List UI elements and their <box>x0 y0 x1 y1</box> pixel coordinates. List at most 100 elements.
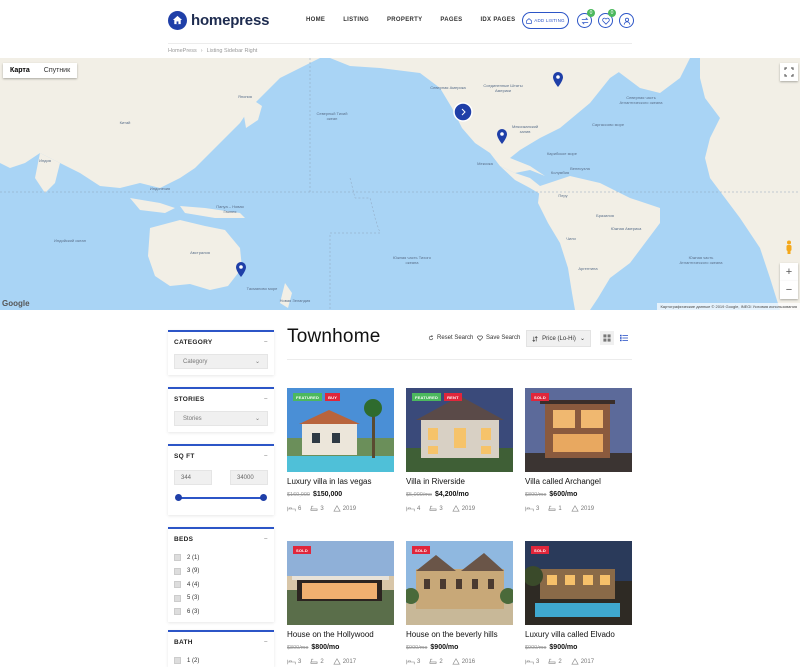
beds-option[interactable]: 6 (3) <box>174 605 268 619</box>
favorites-button[interactable]: 0 <box>598 9 616 28</box>
map-attribution[interactable]: Картографические данные © 2019 Google, I… <box>657 303 800 310</box>
year-icon <box>333 658 341 665</box>
sort-select[interactable]: Price (Lo-Hi) ⌄ <box>526 330 591 347</box>
map-tab-satellite[interactable]: Спутник <box>37 63 77 78</box>
property-card[interactable]: SOLD Luxury villa called Elvado $900/mo $… <box>525 541 632 665</box>
map-label-argentina: Аргентина <box>578 266 598 271</box>
google-logo: Google <box>2 299 30 308</box>
world-map <box>0 58 800 310</box>
baths-count: 2 <box>558 658 562 665</box>
current-price: $900/mo <box>549 644 578 651</box>
beds-option[interactable]: 5 (3) <box>174 592 268 606</box>
map-view[interactable]: Северный Тихий океан Северная часть Атла… <box>0 58 800 310</box>
property-image[interactable]: SOLD <box>406 541 513 625</box>
collapse-icon[interactable]: − <box>264 453 268 460</box>
sqft-range-slider[interactable] <box>175 494 267 501</box>
year-icon <box>571 505 579 512</box>
property-card[interactable]: FEATURED BUY Luxury villa in las vegas $1… <box>287 388 394 512</box>
map-label-north-atlantic: Северная часть Атлантического океана <box>619 95 663 105</box>
account-button[interactable] <box>619 13 634 28</box>
chevron-down-icon: ⌄ <box>254 416 260 422</box>
property-image[interactable]: SOLD <box>525 541 632 625</box>
baths-count: 3 <box>320 505 324 512</box>
property-image[interactable]: FEATURED BUY <box>287 388 394 472</box>
grid-view-button[interactable] <box>600 331 614 345</box>
nav-item-home[interactable]: HOME <box>306 17 325 23</box>
zoom-out-button[interactable]: − <box>780 281 798 299</box>
beds-option[interactable]: 3 (9) <box>174 565 268 579</box>
checkbox[interactable] <box>174 608 181 616</box>
beds-count: 4 <box>417 505 421 512</box>
logo[interactable]: homepress <box>168 11 269 30</box>
checkbox[interactable] <box>174 554 181 562</box>
page-title: Townhome <box>287 326 381 347</box>
property-title[interactable]: Villa in Riverside <box>406 477 513 486</box>
year-icon <box>452 505 460 512</box>
compare-button[interactable]: 0 <box>577 9 595 28</box>
stories-select[interactable]: Stories ⌄ <box>174 411 268 426</box>
grid-icon <box>603 334 611 342</box>
map-tab-map[interactable]: Карта <box>3 63 37 78</box>
slider-max-handle[interactable] <box>260 494 267 501</box>
slider-min-handle[interactable] <box>175 494 182 501</box>
street-view-button[interactable] <box>780 238 798 256</box>
home-icon <box>526 17 533 24</box>
beds-option-label: 4 (4) <box>187 581 200 588</box>
list-view-button[interactable] <box>617 331 631 345</box>
property-title[interactable]: Luxury villa called Elvado <box>525 630 632 639</box>
nav-item-pages[interactable]: PAGES <box>440 17 462 23</box>
property-card[interactable]: SOLD House on the beverly hills $900/mo $… <box>406 541 513 665</box>
property-price: $800/mo $600/mo <box>525 491 632 498</box>
nav-item-property[interactable]: PROPERTY <box>387 17 422 23</box>
status-badge: SOLD <box>531 393 549 401</box>
checkbox[interactable] <box>174 594 181 602</box>
collapse-icon[interactable]: − <box>264 536 268 543</box>
sqft-min-input[interactable]: 344 <box>174 470 212 485</box>
property-price: $900/mo $900/mo <box>406 644 513 651</box>
property-title[interactable]: Luxury villa in las vegas <box>287 477 394 486</box>
beds-option[interactable]: 4 (4) <box>174 578 268 592</box>
property-title[interactable]: House on the beverly hills <box>406 630 513 639</box>
checkbox[interactable] <box>174 657 181 665</box>
map-label-south-atlantic: Южная часть Атлантического океана <box>679 255 723 265</box>
category-select[interactable]: Category ⌄ <box>174 354 268 369</box>
map-pin-icon[interactable] <box>236 262 246 277</box>
filter-beds: BEDS − 2 (1) 3 (9) 4 (4) 5 (3) 6 (3) <box>168 527 274 622</box>
old-price: $900/mo <box>525 645 547 651</box>
divider <box>287 359 632 360</box>
property-meta: 3 2 2017 <box>287 658 394 665</box>
property-image[interactable]: SOLD <box>525 388 632 472</box>
zoom-in-button[interactable]: + <box>780 263 798 281</box>
property-title[interactable]: House on the Hollywood <box>287 630 394 639</box>
property-price: $900/mo $900/mo <box>525 644 632 651</box>
nav-item-idx-pages[interactable]: IDX PAGES <box>480 17 515 23</box>
property-card[interactable]: FEATURED RENT Villa in Riverside $5,000/m… <box>406 388 513 512</box>
map-label-indian: Индийский океан <box>54 238 86 243</box>
beds-option-label: 3 (9) <box>187 568 200 575</box>
property-title[interactable]: Villa called Archangel <box>525 477 632 486</box>
nav-item-listing[interactable]: LISTING <box>343 17 369 23</box>
property-card[interactable]: SOLD Villa called Archangel $800/mo $600/… <box>525 388 632 512</box>
baths-count: 2 <box>320 658 324 665</box>
bath-option[interactable]: 1 (2) <box>174 654 268 667</box>
filter-stories: STORIES − Stories ⌄ <box>168 387 274 432</box>
sqft-max-input[interactable]: 34000 <box>230 470 268 485</box>
fullscreen-button[interactable] <box>780 63 798 81</box>
property-card[interactable]: SOLD House on the Hollywood $800/mo $800/… <box>287 541 394 665</box>
filter-bath: BATH − 1 (2) <box>168 630 274 667</box>
save-search-button[interactable]: Save Search <box>477 335 520 341</box>
collapse-icon[interactable]: − <box>264 639 268 646</box>
bed-icon <box>406 659 415 664</box>
reset-search-button[interactable]: Reset Search <box>428 335 473 341</box>
breadcrumb-home[interactable]: HomePress <box>168 48 197 54</box>
add-listing-button[interactable]: ADD LISTING <box>522 12 569 29</box>
collapse-icon[interactable]: − <box>264 339 268 346</box>
collapse-icon[interactable]: − <box>264 396 268 403</box>
property-image[interactable]: SOLD <box>287 541 394 625</box>
map-cluster-icon[interactable] <box>453 102 473 122</box>
property-image[interactable]: FEATURED RENT <box>406 388 513 472</box>
checkbox[interactable] <box>174 567 181 575</box>
year-built: 2019 <box>580 505 595 512</box>
checkbox[interactable] <box>174 581 181 589</box>
beds-option[interactable]: 2 (1) <box>174 551 268 565</box>
